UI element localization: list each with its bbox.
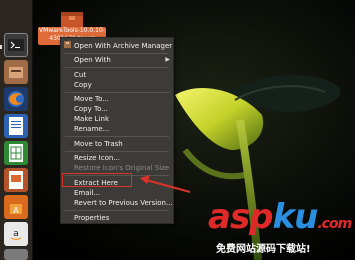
settings-icon[interactable] (4, 249, 28, 260)
menu-copy[interactable]: Copy (74, 80, 92, 90)
impress-icon[interactable] (4, 168, 28, 192)
extract-here-highlight (62, 173, 132, 187)
archive-manager-icon (64, 41, 71, 48)
menu-separator (65, 92, 169, 93)
menu-properties[interactable]: Properties (74, 213, 109, 223)
annotation-arrow-icon (140, 175, 191, 193)
terminal-icon[interactable] (4, 33, 28, 57)
menu-separator (65, 67, 169, 68)
menu-separator (65, 151, 169, 152)
watermark-asp: asp (208, 197, 274, 237)
calc-icon[interactable] (4, 141, 28, 165)
menu-copy-to[interactable]: Copy To... (74, 104, 108, 114)
watermark-ku: ku (272, 197, 319, 237)
menu-separator (65, 53, 169, 54)
amazon-icon[interactable]: a (4, 222, 28, 246)
unity-launcher: A a (0, 0, 33, 260)
context-menu: Open With Archive Manager Open With ▶ Cu… (60, 37, 174, 224)
menu-email[interactable]: Email... (74, 188, 100, 198)
watermark-logo: aspku.com (208, 197, 352, 237)
menu-make-link[interactable]: Make Link (74, 114, 109, 124)
writer-icon[interactable] (4, 114, 28, 138)
menu-separator (65, 136, 169, 137)
menu-separator (65, 210, 169, 211)
menu-cut[interactable]: Cut (74, 70, 86, 80)
menu-open-with-label: Open With (74, 56, 111, 64)
menu-open-with-archive-manager[interactable]: Open With Archive Manager (74, 41, 172, 51)
menu-move-to[interactable]: Move To... (74, 94, 109, 104)
svg-text:A: A (13, 206, 19, 215)
firefox-icon[interactable] (4, 87, 28, 111)
running-indicator (0, 45, 2, 49)
watermark-com: .com (317, 216, 352, 232)
submenu-arrow-icon: ▶ (165, 56, 170, 63)
files-icon[interactable] (4, 60, 28, 84)
software-center-icon[interactable]: A (4, 195, 28, 219)
menu-revert[interactable]: Revert to Previous Version... (74, 198, 173, 208)
svg-text:a: a (13, 229, 19, 239)
menu-resize-icon[interactable]: Resize Icon... (74, 153, 120, 163)
menu-move-to-trash[interactable]: Move to Trash (74, 139, 123, 149)
watermark-tagline: 免费网站源码下载站! (216, 244, 311, 255)
menu-open-with[interactable]: Open With (74, 55, 170, 65)
menu-rename[interactable]: Rename... (74, 124, 109, 134)
